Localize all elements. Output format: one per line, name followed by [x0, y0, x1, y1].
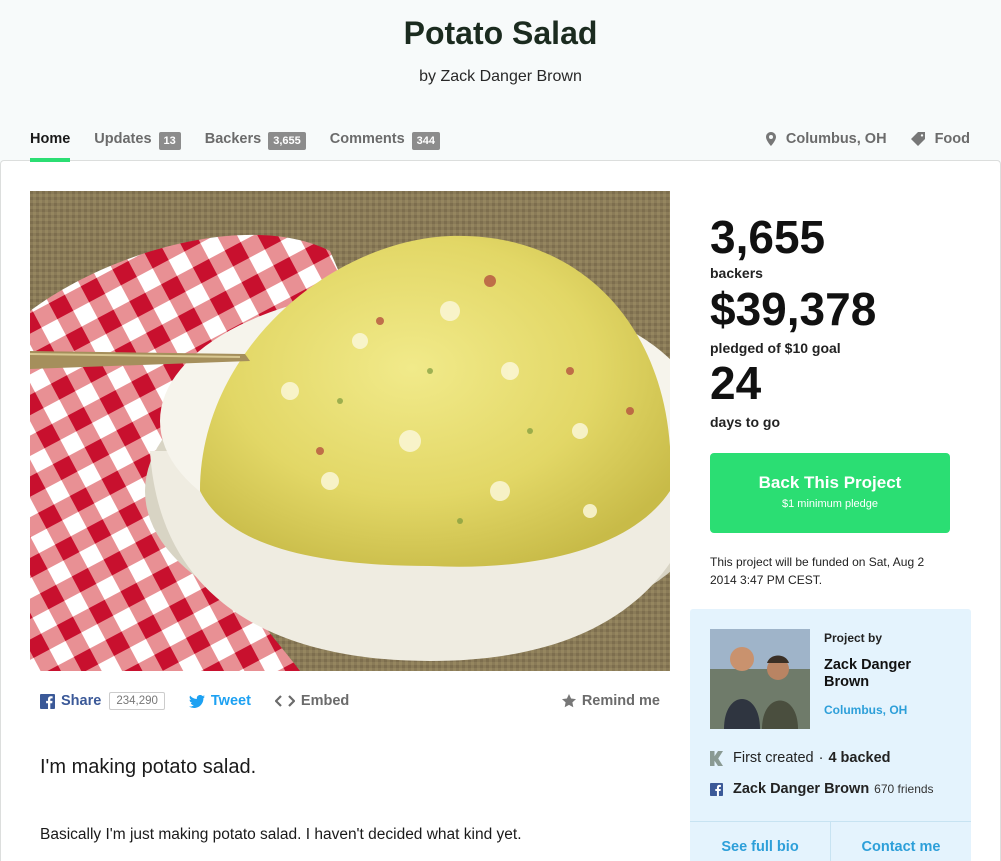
- backed-count[interactable]: 4 backed: [828, 750, 890, 766]
- kickstarter-k-icon: [710, 750, 723, 766]
- backers-label: backers: [710, 265, 763, 281]
- tab-updates[interactable]: Updates 13: [94, 128, 181, 162]
- tweet-button[interactable]: Tweet: [188, 693, 251, 709]
- facebook-name[interactable]: Zack Danger Brown: [733, 781, 869, 797]
- embed-label: Embed: [300, 693, 350, 709]
- project-image: [30, 191, 670, 671]
- first-created-label: First created: [733, 750, 814, 766]
- category-link[interactable]: Food: [910, 131, 970, 147]
- twitter-bird-icon: [188, 694, 205, 708]
- remind-me-button[interactable]: Remind me: [561, 693, 660, 709]
- tab-backers[interactable]: Backers 3,655: [205, 128, 306, 162]
- tab-comments-label: Comments: [329, 131, 405, 147]
- facebook-share-button[interactable]: Share 234,290: [40, 692, 165, 710]
- project-meta: Columbus, OH Food: [742, 131, 970, 147]
- share-label: Share: [61, 693, 102, 709]
- kickstarter-history-row: First created · 4 backed: [710, 750, 891, 766]
- project-title: Potato Salad: [403, 15, 598, 51]
- share-bar: Share 234,290 Tweet Embed Remind me: [40, 688, 660, 714]
- updates-count-badge: 13: [158, 132, 181, 150]
- project-byline[interactable]: by Zack Danger Brown: [0, 68, 1001, 86]
- code-brackets-icon: [274, 695, 295, 707]
- pledged-label: pledged of $10 goal: [710, 340, 841, 356]
- star-icon: [561, 694, 576, 708]
- location-label: Columbus, OH: [785, 131, 887, 147]
- backers-number: 3,655: [710, 211, 826, 263]
- creator-name[interactable]: Zack Danger Brown: [824, 657, 954, 691]
- backers-count-badge: 3,655: [268, 132, 306, 150]
- creator-box: Project by Zack Danger Brown Columbus, O…: [690, 609, 971, 861]
- tab-updates-label: Updates: [94, 131, 152, 147]
- pledged-amount: $39,378: [710, 283, 877, 335]
- funding-deadline-note: This project will be funded on Sat, Aug …: [710, 555, 925, 587]
- days-to-go-number: 24: [710, 357, 762, 409]
- tab-home-label: Home: [30, 131, 71, 147]
- back-this-project-button[interactable]: Back This Project $1 minimum pledge: [710, 453, 950, 533]
- facebook-profile-row: Zack Danger Brown 670 friends: [710, 781, 934, 797]
- facebook-icon: [710, 782, 723, 796]
- embed-button[interactable]: Embed: [274, 693, 350, 709]
- creator-avatar[interactable]: [710, 629, 810, 729]
- description-paragraph: Basically I'm just making potato salad. …: [40, 826, 522, 843]
- remind-label: Remind me: [581, 693, 660, 709]
- tab-comments[interactable]: Comments 344: [329, 128, 441, 162]
- tab-home[interactable]: Home: [30, 128, 71, 162]
- facebook-friends-count: 670 friends: [874, 782, 934, 796]
- category-label: Food: [934, 131, 970, 147]
- separator-dot: ·: [818, 750, 824, 766]
- back-button-subtext: $1 minimum pledge: [782, 498, 878, 510]
- back-button-label: Back This Project: [758, 473, 902, 492]
- location-link[interactable]: Columbus, OH: [765, 131, 887, 147]
- creator-location-link[interactable]: Columbus, OH: [824, 703, 907, 717]
- location-pin-icon: [765, 132, 776, 146]
- project-tabs: Home Updates 13 Backers 3,655 Comments 3…: [30, 128, 464, 162]
- days-to-go-label: days to go: [710, 414, 781, 430]
- facebook-icon: [40, 693, 55, 709]
- tag-icon: [910, 132, 925, 146]
- creator-actions: See full bio Contact me: [690, 821, 971, 861]
- project-by-label: Project by: [824, 631, 883, 645]
- see-full-bio-link[interactable]: See full bio: [690, 822, 830, 861]
- tab-backers-label: Backers: [204, 131, 262, 147]
- share-count: 234,290: [109, 692, 165, 710]
- contact-me-link[interactable]: Contact me: [830, 822, 971, 861]
- comments-count-badge: 344: [411, 132, 441, 150]
- tweet-label: Tweet: [210, 693, 251, 709]
- description-intro: I'm making potato salad.: [40, 756, 257, 778]
